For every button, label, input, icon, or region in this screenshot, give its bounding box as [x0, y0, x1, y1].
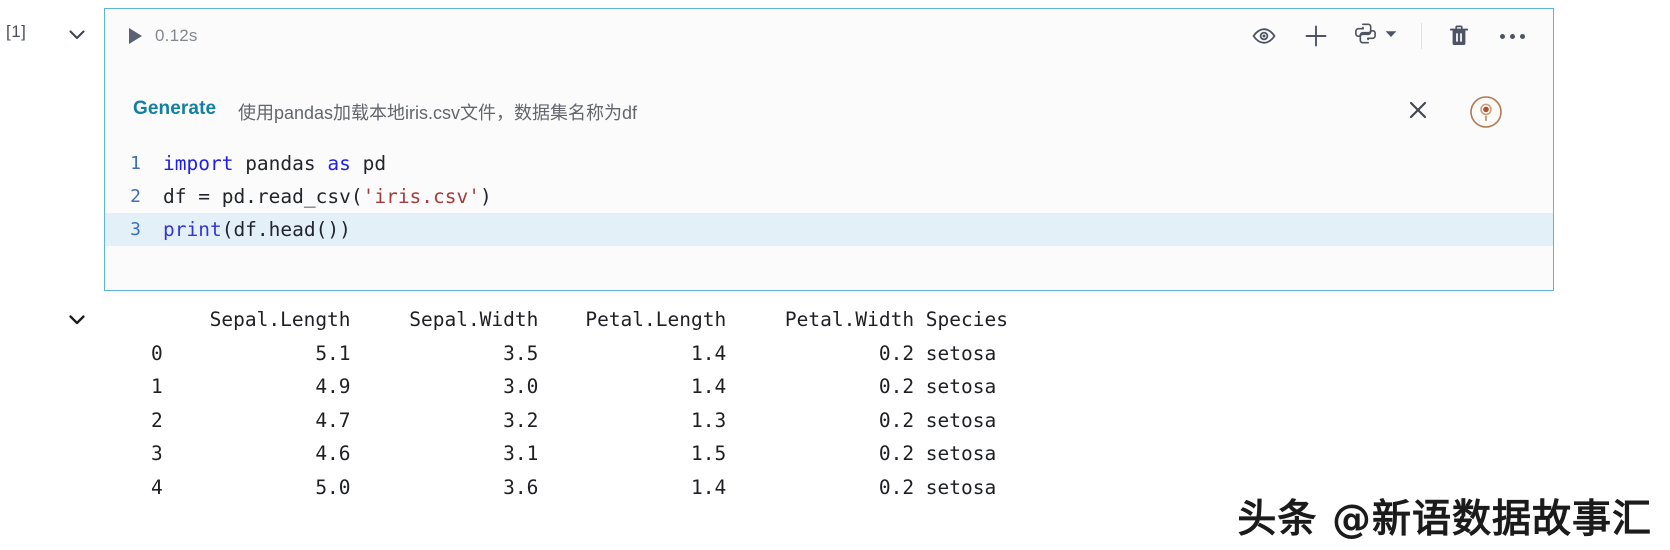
code-token: (df.head()) [221, 218, 351, 241]
code-line[interactable]: 2 df = pd.read_csv('iris.csv') [105, 180, 1553, 213]
cell-output-text: Sepal.Length Sepal.Width Petal.Length Pe… [104, 303, 1404, 504]
output-header-row: Sepal.Length Sepal.Width Petal.Length Pe… [104, 308, 1008, 331]
cell-toolbar: 0.12s [105, 9, 1553, 67]
copilot-circle-icon[interactable] [1467, 93, 1505, 131]
code-token: df = pd.read_csv( [163, 185, 363, 208]
generate-prompt-row: Generate 使用pandas加载本地iris.csv文件，数据集名称为df [105, 87, 1553, 139]
generate-prompt-text[interactable]: 使用pandas加载本地iris.csv文件，数据集名称为df [238, 99, 637, 125]
output-data-row: 2 4.7 3.2 1.3 0.2 setosa [104, 408, 997, 432]
run-duration-label: 0.12s [155, 26, 198, 45]
code-token: pandas [233, 152, 328, 175]
line-number: 1 [130, 153, 141, 174]
close-x-icon[interactable] [1403, 95, 1433, 130]
code-line-content: import pandas as pd [163, 147, 386, 180]
output-data-row: 0 5.1 3.5 1.4 0.2 setosa [104, 341, 997, 365]
output-data-row: 1 4.9 3.0 1.4 0.2 setosa [104, 375, 997, 398]
code-line[interactable]: 3 print(df.head()) [105, 213, 1553, 246]
toolbar-actions [1249, 21, 1529, 51]
toolbar-divider [1421, 23, 1422, 49]
run-status[interactable]: 0.12s [129, 26, 198, 46]
play-triangle-icon[interactable] [129, 28, 142, 44]
python-kernel-icon [1353, 21, 1378, 51]
generate-actions [1403, 93, 1505, 131]
notebook-code-cell[interactable]: 0.12s Generate 使用pandas加载本地iris.csv文件，数据… [104, 8, 1554, 291]
code-editor[interactable]: 1 import pandas as pd 2 df = pd.read_csv('i… [105, 147, 1553, 290]
kernel-dropdown-chevron-icon[interactable] [1383, 26, 1399, 47]
add-cell-icon[interactable] [1301, 21, 1331, 51]
output-data-row: 4 5.0 3.6 1.4 0.2 setosa [104, 475, 997, 499]
code-token: 'iris.csv' [362, 185, 480, 208]
more-actions-icon[interactable] [1496, 33, 1529, 39]
cell-collapse-chevron-icon[interactable] [60, 18, 94, 52]
code-token: print [163, 218, 222, 241]
code-token: ) [480, 185, 492, 208]
line-number: 2 [130, 186, 141, 207]
code-token: pd [350, 152, 387, 175]
execution-count: [1] [6, 22, 27, 41]
delete-cell-trash-icon[interactable] [1444, 21, 1474, 51]
kernel-picker[interactable] [1353, 21, 1399, 51]
code-token: import [163, 152, 234, 175]
watermark-text: 头条 @新语数据故事汇 [1237, 497, 1652, 542]
code-line-content: df = pd.read_csv('iris.csv') [163, 180, 492, 213]
code-line[interactable]: 1 import pandas as pd [105, 147, 1553, 180]
output-collapse-chevron-icon[interactable] [60, 303, 94, 337]
code-token: as [327, 152, 351, 175]
code-line-content: print(df.head()) [163, 213, 351, 246]
output-data-row: 3 4.6 3.1 1.5 0.2 setosa [104, 442, 997, 465]
line-number: 3 [130, 219, 141, 240]
generate-label: Generate [133, 98, 217, 119]
preview-eye-icon[interactable] [1249, 21, 1279, 51]
